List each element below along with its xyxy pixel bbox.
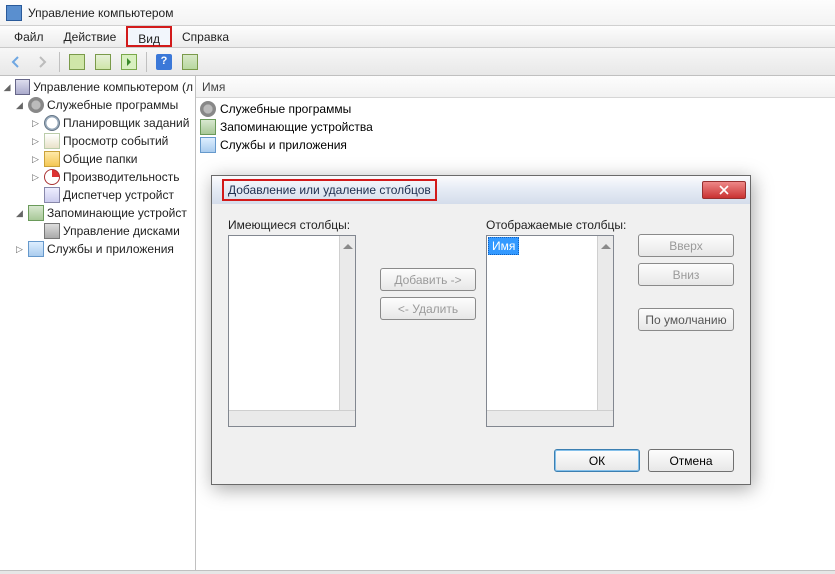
tree-label: Производительность: [63, 170, 179, 184]
dialog-body: Имеющиеся столбцы: Добавить -> <- Удалит…: [212, 204, 750, 437]
close-button[interactable]: [702, 181, 746, 199]
list-item[interactable]: Служебные программы: [200, 100, 831, 118]
clock-icon: [44, 115, 60, 131]
menu-help[interactable]: Справка: [172, 26, 239, 47]
tree-disk-management[interactable]: ▷ Управление дисками: [0, 222, 195, 240]
scrollbar-vertical[interactable]: [339, 236, 355, 426]
collapse-icon[interactable]: ◢: [2, 82, 12, 93]
tree-label: Служебные программы: [47, 98, 178, 112]
tree-services-apps[interactable]: ▷ Службы и приложения: [0, 240, 195, 258]
nav-back-button[interactable]: [4, 51, 28, 73]
reset-defaults-button[interactable]: По умолчанию: [638, 308, 734, 331]
toolbar-separator: [146, 52, 147, 72]
event-icon: [44, 133, 60, 149]
add-remove-columns-dialog: Добавление или удаление столбцов Имеющие…: [211, 175, 751, 485]
tree-label: Диспетчер устройст: [63, 188, 174, 202]
view-options-button[interactable]: [178, 51, 202, 73]
displayed-columns-label: Отображаемые столбцы:: [486, 218, 628, 232]
move-up-button[interactable]: Вверх: [638, 234, 734, 257]
performance-icon: [44, 169, 60, 185]
scrollbar-vertical[interactable]: [597, 236, 613, 426]
displayed-column-item[interactable]: Имя: [488, 237, 519, 255]
tree-event-viewer[interactable]: ▷ Просмотр событий: [0, 132, 195, 150]
list-item-label: Службы и приложения: [220, 138, 347, 152]
dialog-title: Добавление или удаление столбцов: [222, 179, 437, 201]
shared-folder-icon: [44, 151, 60, 167]
list-item-label: Служебные программы: [220, 102, 351, 116]
expand-icon[interactable]: ▷: [30, 118, 41, 129]
list-item-label: Запоминающие устройства: [220, 120, 373, 134]
tools-icon: [200, 101, 216, 117]
add-column-button[interactable]: Добавить ->: [380, 268, 476, 291]
move-down-button[interactable]: Вниз: [638, 263, 734, 286]
scrollbar-horizontal[interactable]: [229, 410, 355, 426]
show-hide-tree-button[interactable]: [65, 51, 89, 73]
storage-icon: [28, 205, 44, 221]
tree-label: Общие папки: [63, 152, 137, 166]
dialog-titlebar[interactable]: Добавление или удаление столбцов: [212, 176, 750, 204]
results-list[interactable]: Служебные программы Запоминающие устройс…: [196, 98, 835, 156]
services-icon: [28, 241, 44, 257]
expand-icon[interactable]: ▷: [14, 244, 25, 255]
statusbar-border: [0, 570, 835, 574]
remove-column-button[interactable]: <- Удалить: [380, 297, 476, 320]
available-columns-listbox[interactable]: [228, 235, 356, 427]
scrollbar-horizontal[interactable]: [487, 410, 613, 426]
list-item[interactable]: Службы и приложения: [200, 136, 831, 154]
computer-icon: [15, 79, 30, 95]
expand-icon[interactable]: ▷: [30, 154, 41, 165]
dialog-footer: ОК Отмена: [554, 449, 734, 472]
menu-action[interactable]: Действие: [54, 26, 127, 47]
titlebar: Управление компьютером: [0, 0, 835, 26]
order-buttons: Вверх Вниз По умолчанию: [638, 234, 734, 331]
help-button[interactable]: ?: [152, 51, 176, 73]
navigation-tree[interactable]: ◢ Управление компьютером (л ◢ Служебные …: [0, 76, 196, 570]
window-title: Управление компьютером: [28, 6, 173, 20]
tree-label: Службы и приложения: [47, 242, 174, 256]
tree-root-label: Управление компьютером (л: [33, 80, 193, 94]
ok-button[interactable]: ОК: [554, 449, 640, 472]
expand-icon[interactable]: ▷: [30, 136, 41, 147]
tree-label: Планировщик заданий: [63, 116, 189, 130]
tree-storage[interactable]: ◢ Запоминающие устройст: [0, 204, 195, 222]
nav-forward-button[interactable]: [30, 51, 54, 73]
tree-performance[interactable]: ▷ Производительность: [0, 168, 195, 186]
toolbar: ?: [0, 48, 835, 76]
menubar: Файл Действие Вид Справка: [0, 26, 835, 48]
displayed-columns-block: Отображаемые столбцы: Имя: [486, 218, 628, 427]
computer-management-icon: [6, 5, 22, 21]
properties-button[interactable]: [91, 51, 115, 73]
tree-system-tools[interactable]: ◢ Служебные программы: [0, 96, 195, 114]
menu-view[interactable]: Вид: [126, 26, 172, 47]
available-columns-block: Имеющиеся столбцы:: [228, 218, 370, 427]
tree-shared-folders[interactable]: ▷ Общие папки: [0, 150, 195, 168]
cancel-button[interactable]: Отмена: [648, 449, 734, 472]
tree-label: Просмотр событий: [63, 134, 168, 148]
disk-icon: [44, 223, 60, 239]
available-columns-label: Имеющиеся столбцы:: [228, 218, 370, 232]
menu-file[interactable]: Файл: [4, 26, 54, 47]
tools-icon: [28, 97, 44, 113]
spacer: [638, 292, 734, 302]
device-icon: [44, 187, 60, 203]
tree-label: Управление дисками: [63, 224, 180, 238]
toolbar-separator: [59, 52, 60, 72]
export-list-button[interactable]: [117, 51, 141, 73]
move-buttons: Добавить -> <- Удалить: [380, 268, 476, 320]
collapse-icon[interactable]: ◢: [14, 208, 25, 219]
expand-icon[interactable]: ▷: [30, 172, 41, 183]
collapse-icon[interactable]: ◢: [14, 100, 25, 111]
displayed-columns-listbox[interactable]: Имя: [486, 235, 614, 427]
list-item[interactable]: Запоминающие устройства: [200, 118, 831, 136]
tree-root[interactable]: ◢ Управление компьютером (л: [0, 78, 195, 96]
storage-icon: [200, 119, 216, 135]
tree-task-scheduler[interactable]: ▷ Планировщик заданий: [0, 114, 195, 132]
tree-device-manager[interactable]: ▷ Диспетчер устройст: [0, 186, 195, 204]
column-header-name[interactable]: Имя: [196, 76, 835, 98]
tree-label: Запоминающие устройст: [47, 206, 187, 220]
services-icon: [200, 137, 216, 153]
